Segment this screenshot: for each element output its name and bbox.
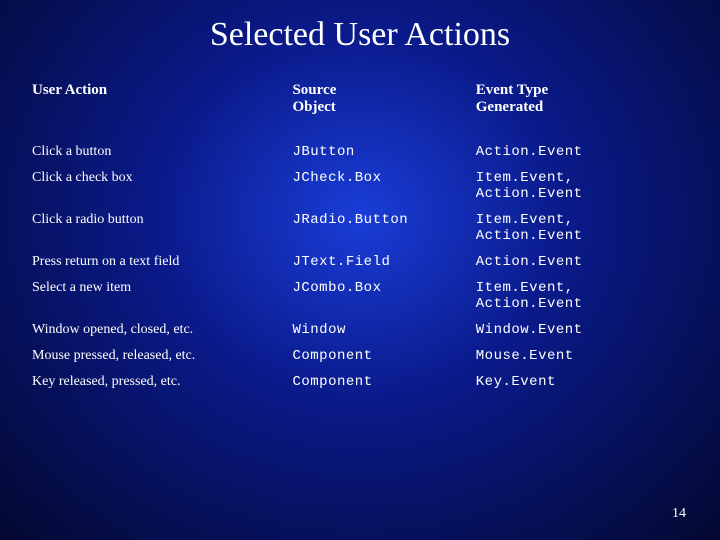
table-row: Press return on a text field JText.Field…	[32, 254, 688, 280]
cell-event: Item.Event, Action.Event	[476, 212, 688, 244]
cell-action: Mouse pressed, released, etc.	[32, 348, 292, 364]
cell-event: Key.Event	[476, 374, 688, 390]
slide-title: Selected User Actions	[0, 0, 720, 82]
cell-event: Item.Event, Action.Event	[476, 170, 688, 202]
cell-event: Mouse.Event	[476, 348, 688, 364]
table-row: Click a button JButton Action.Event	[32, 144, 688, 170]
cell-action: Press return on a text field	[32, 254, 292, 270]
header-event-type: Event TypeGenerated	[476, 82, 688, 116]
cell-event: Item.Event, Action.Event	[476, 280, 688, 312]
cell-source: JButton	[292, 144, 475, 160]
cell-event: Action.Event	[476, 144, 688, 160]
cell-action: Click a check box	[32, 170, 292, 202]
table-row: Click a radio button JRadio.Button Item.…	[32, 212, 688, 254]
cell-source: Window	[292, 322, 475, 338]
cell-event: Action.Event	[476, 254, 688, 270]
cell-source: JCheck.Box	[292, 170, 475, 202]
header-user-action: User Action	[32, 82, 292, 116]
table-row: Mouse pressed, released, etc. Component …	[32, 348, 688, 374]
cell-source: Component	[292, 348, 475, 364]
cell-action: Select a new item	[32, 280, 292, 312]
actions-table: User Action SourceObject Event TypeGener…	[0, 82, 720, 400]
cell-source: JRadio.Button	[292, 212, 475, 244]
table-row: Key released, pressed, etc. Component Ke…	[32, 374, 688, 400]
cell-source: Component	[292, 374, 475, 390]
table-header-row: User Action SourceObject Event TypeGener…	[32, 82, 688, 144]
table-row: Select a new item JCombo.Box Item.Event,…	[32, 280, 688, 322]
header-source-object: SourceObject	[292, 82, 475, 116]
cell-event: Window.Event	[476, 322, 688, 338]
cell-source: JText.Field	[292, 254, 475, 270]
cell-action: Click a radio button	[32, 212, 292, 244]
page-number: 14	[672, 506, 686, 522]
cell-action: Click a button	[32, 144, 292, 160]
table-row: Window opened, closed, etc. Window Windo…	[32, 322, 688, 348]
table-row: Click a check box JCheck.Box Item.Event,…	[32, 170, 688, 212]
cell-source: JCombo.Box	[292, 280, 475, 312]
cell-action: Window opened, closed, etc.	[32, 322, 292, 338]
cell-action: Key released, pressed, etc.	[32, 374, 292, 390]
